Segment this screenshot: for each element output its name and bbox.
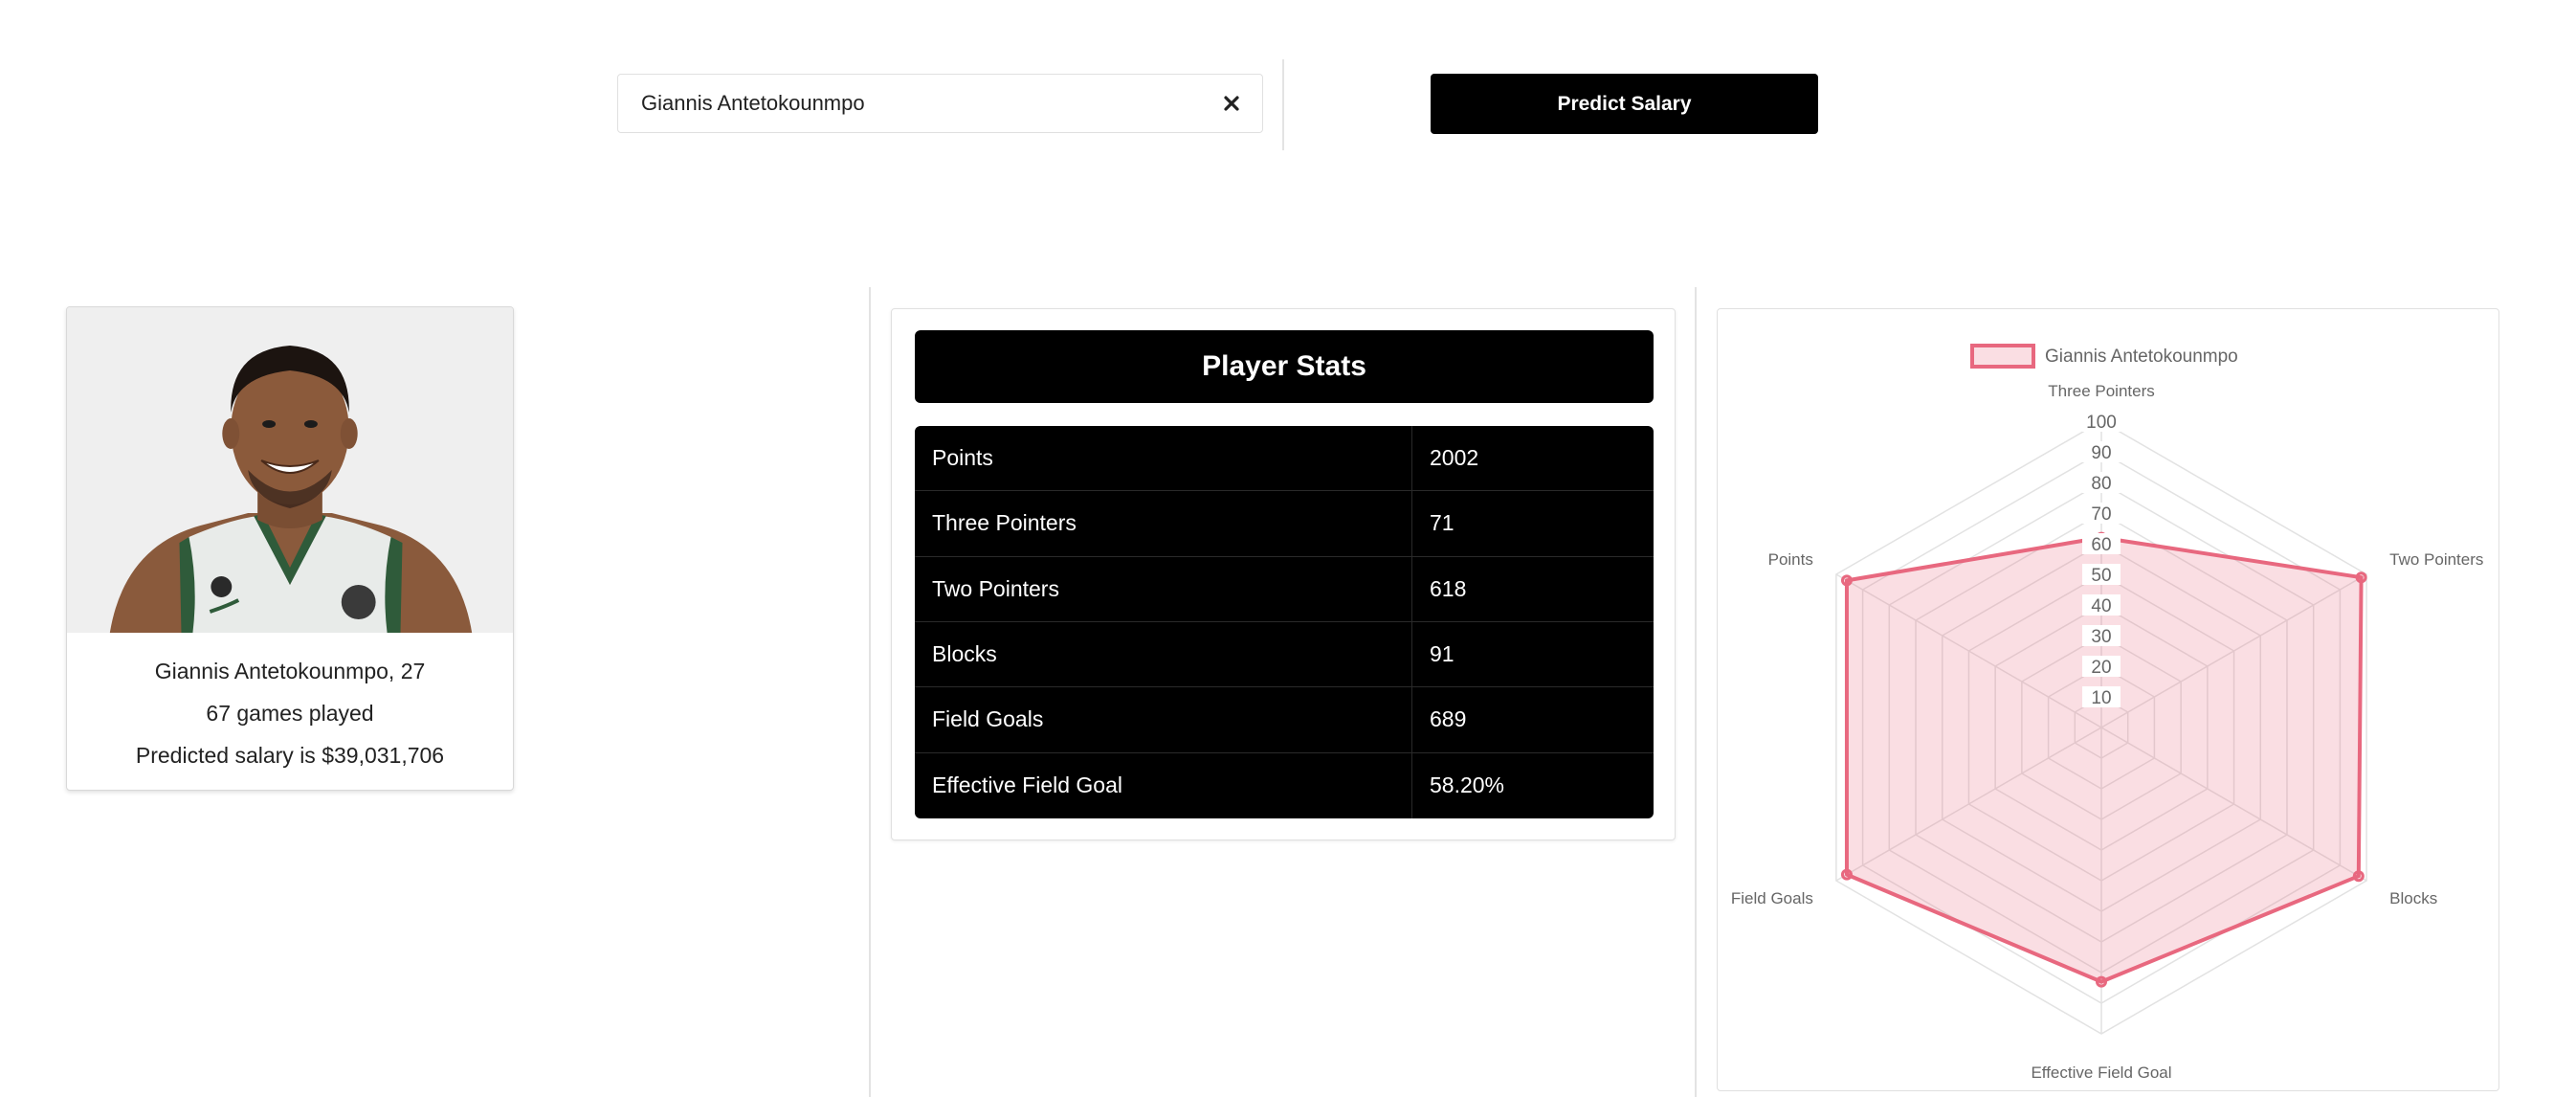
- stat-label: Effective Field Goal: [932, 772, 1123, 798]
- column-divider-left: [869, 287, 871, 1097]
- player-card: Giannis Antetokounmpo, 27 67 games playe…: [66, 306, 514, 791]
- predicted-salary: Predicted salary is $39,031,706: [135, 743, 445, 768]
- predict-salary-button[interactable]: Predict Salary: [1431, 74, 1818, 134]
- tick-label: 80: [2091, 474, 2111, 494]
- axis-label: Two Pointers: [2389, 550, 2483, 569]
- close-icon[interactable]: [1218, 90, 1245, 117]
- axis-label: Blocks: [2389, 889, 2437, 907]
- player-stats-title: Player Stats: [915, 330, 1654, 403]
- data-point: [1840, 574, 1853, 587]
- axis-label: Points: [1768, 550, 1813, 569]
- stat-value: 58.20%: [1411, 752, 1654, 818]
- axis-label: Field Goals: [1731, 889, 1813, 907]
- top-divider: [1282, 59, 1284, 150]
- legend-swatch: [1970, 344, 2035, 369]
- player-photo: [67, 307, 513, 633]
- stat-label: Blocks: [915, 622, 1411, 688]
- tick-label: 50: [2091, 566, 2111, 586]
- table-row: Three Pointers 71: [915, 491, 1654, 557]
- tick-label: 40: [2091, 596, 2111, 616]
- column-divider-right: [1695, 287, 1697, 1097]
- player-stats-panel: Player Stats Points 2002 Three Pointers …: [891, 308, 1676, 840]
- player-name-age: Giannis Antetokounmpo, 27: [154, 659, 426, 683]
- stat-label: Points: [915, 426, 1411, 492]
- stat-value: 71: [1411, 491, 1654, 557]
- stat-label: Three Pointers: [915, 491, 1411, 557]
- tick-label: 20: [2091, 658, 2111, 678]
- table-row: Two Pointers 618: [915, 556, 1654, 622]
- table-row: Effective Field Goal 58.20%: [915, 752, 1654, 818]
- stat-value: 689: [1411, 687, 1654, 753]
- axis-label: Effective Field Goal: [2031, 1063, 2171, 1082]
- stat-value: 91: [1411, 621, 1654, 688]
- tick-label: 90: [2091, 443, 2111, 463]
- stat-label: Field Goals: [915, 687, 1411, 753]
- player-search-box[interactable]: [617, 74, 1263, 133]
- legend-label: Giannis Antetokounmpo: [2045, 347, 2238, 367]
- table-row: Field Goals 689: [915, 687, 1654, 753]
- radar-chart-panel: Giannis Antetokounmpo 10 20 30 40 50 60 70 80 90 1…: [1717, 308, 2499, 1091]
- data-point: [2352, 870, 2365, 883]
- radar-chart: Giannis Antetokounmpo 10 20 30 40 50 60 70 80 90 1…: [1731, 344, 2483, 1082]
- tick-label: 70: [2091, 504, 2111, 525]
- player-search-input[interactable]: [618, 75, 1262, 132]
- tick-label: 60: [2091, 535, 2111, 555]
- table-row: Points 2002: [915, 426, 1654, 492]
- player-stats-table: Points 2002 Three Pointers 71 Two Pointe…: [915, 426, 1654, 818]
- axis-label: Three Pointers: [2048, 382, 2155, 400]
- data-point: [2355, 571, 2367, 584]
- data-point: [2096, 975, 2107, 988]
- tick-label: 10: [2091, 688, 2111, 708]
- stat-value: 2002: [1411, 426, 1654, 492]
- data-point: [1840, 868, 1853, 881]
- games-played: 67 games played: [206, 701, 374, 726]
- tick-label: 30: [2091, 627, 2111, 647]
- tick-label: 100: [2086, 413, 2117, 433]
- stat-label: Two Pointers: [915, 557, 1411, 622]
- table-row: Blocks 91: [915, 621, 1654, 688]
- stat-value: 618: [1411, 556, 1654, 622]
